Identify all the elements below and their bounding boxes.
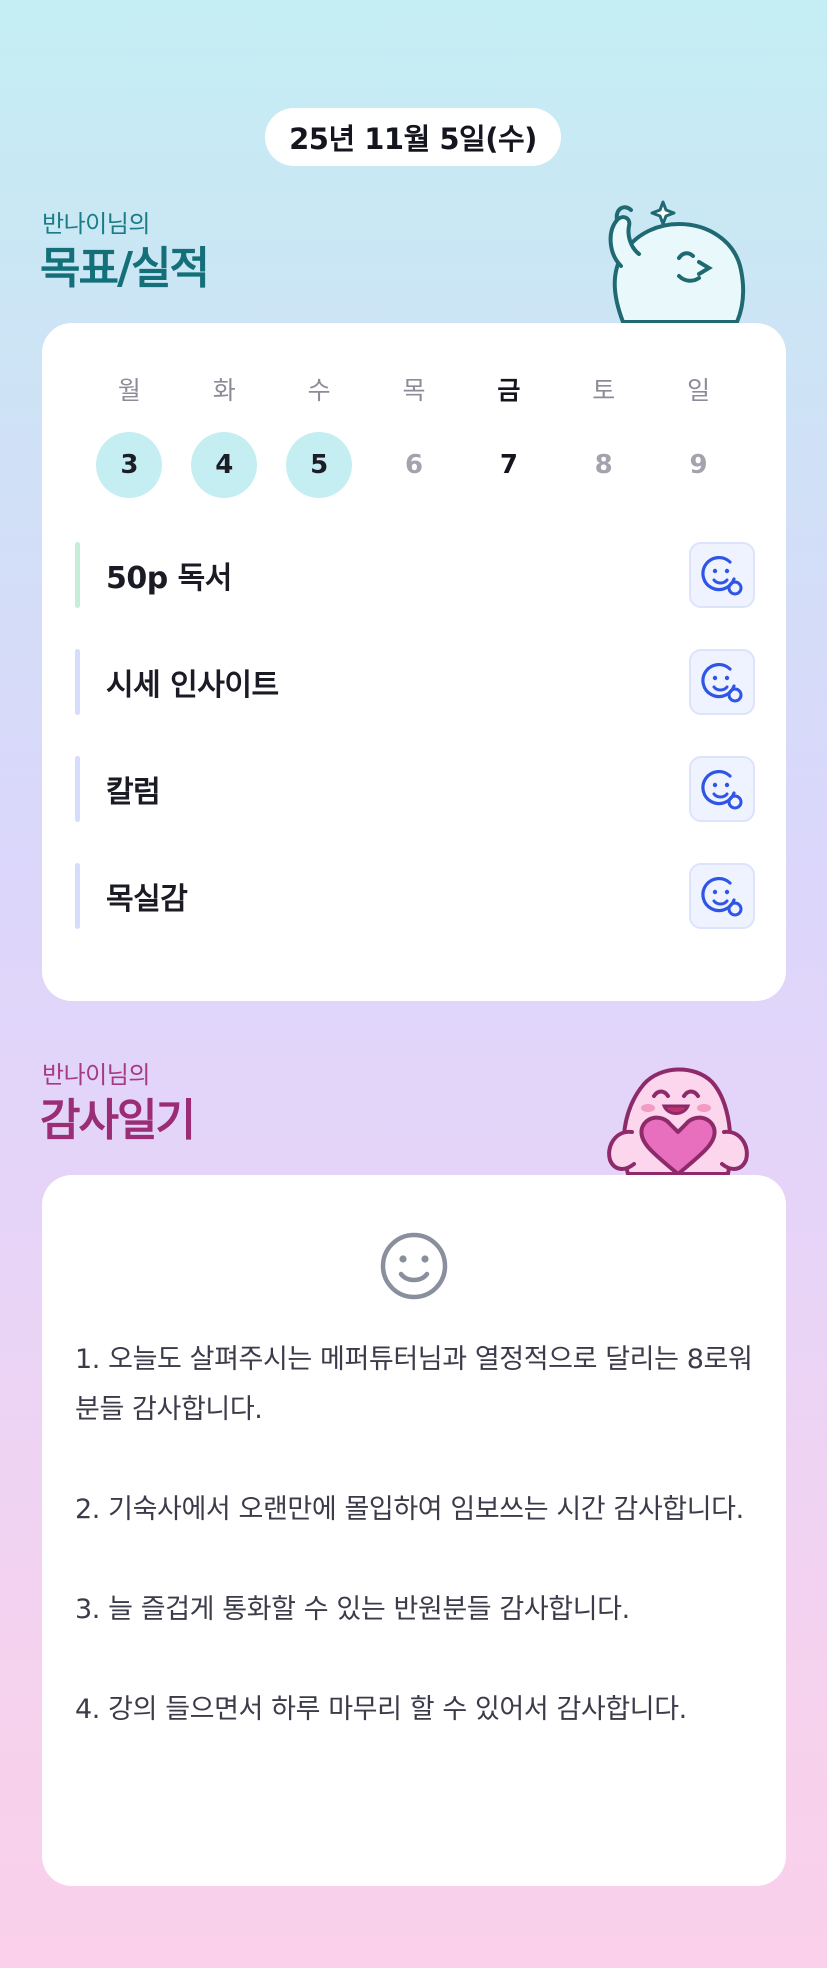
goal-indicator-bar [75, 756, 80, 822]
thanks-title: 감사일기 [40, 1095, 196, 1146]
date-3[interactable]: 3 [96, 432, 163, 498]
date-row: 3 4 5 6 7 8 9 [42, 432, 786, 498]
add-reaction-button[interactable] [689, 756, 755, 822]
goal-item-column: 칼럼 [75, 755, 755, 823]
weekday-wed: 수 [307, 376, 331, 405]
weekday-fri: 금 [497, 376, 521, 405]
thanks-entries: 1. 오늘도 살펴주시는 메퍼튜터님과 열정적으로 달리는 8로워분들 감사합니… [75, 1335, 756, 1785]
goal-label: 시세 인사이트 [106, 668, 279, 703]
goal-item-insight: 시세 인사이트 [75, 648, 755, 716]
goal-item-reading: 50p 독서 [75, 541, 755, 609]
date-5[interactable]: 5 [286, 432, 353, 498]
goal-label: 목실감 [106, 882, 188, 917]
pink-mascot-heart-icon [607, 1067, 749, 1176]
thanks-entry: 4. 강의 들으면서 하루 마무리 할 수 있어서 감사합니다. [75, 1694, 687, 1725]
smile-add-icon [701, 876, 743, 917]
weekday-row: 월 화 수 목 금 토 일 [42, 369, 786, 409]
add-reaction-button[interactable] [689, 649, 755, 715]
thanks-entry: 3. 늘 즐겁게 통화할 수 있는 반원분들 감사합니다. [75, 1594, 630, 1625]
date-6[interactable]: 6 [381, 432, 447, 498]
date-8[interactable]: 8 [571, 432, 637, 498]
smile-add-icon [701, 769, 743, 810]
weekday-sat: 토 [592, 376, 616, 405]
goal-indicator-bar [75, 542, 80, 608]
thanks-entry: 1. 오늘도 살펴주시는 메퍼튜터님과 열정적으로 달리는 8로워분들 감사합니… [75, 1344, 753, 1425]
thanks-card: 1. 오늘도 살펴주시는 메퍼튜터님과 열정적으로 달리는 8로워분들 감사합니… [42, 1175, 786, 1886]
weekday-thu: 목 [402, 376, 426, 405]
add-reaction-button[interactable] [689, 863, 755, 929]
goal-label: 50p 독서 [106, 561, 232, 596]
weekday-tue: 화 [212, 376, 236, 405]
goal-label: 칼럼 [106, 775, 161, 810]
weekday-mon: 월 [117, 376, 141, 405]
weekday-sun: 일 [687, 376, 711, 405]
goals-title: 목표/실적 [40, 243, 210, 294]
smile-icon[interactable] [379, 1231, 449, 1301]
goals-card: 월 화 수 목 금 토 일 3 4 5 6 7 8 9 50p 독서 시세 인사… [42, 323, 786, 1001]
white-mascot-icon [608, 200, 746, 324]
date-7[interactable]: 7 [476, 432, 542, 498]
add-reaction-button[interactable] [689, 542, 755, 608]
date-9[interactable]: 9 [666, 432, 732, 498]
goal-item-gratitude: 목실감 [75, 862, 755, 930]
goal-indicator-bar [75, 863, 80, 929]
thanks-entry: 2. 기숙사에서 오랜만에 몰입하여 임보쓰는 시간 감사합니다. [75, 1494, 744, 1525]
date-pill[interactable]: 25년 11월 5일(수) [265, 108, 561, 166]
smile-add-icon [701, 662, 743, 703]
goal-indicator-bar [75, 649, 80, 715]
smile-add-icon [701, 555, 743, 596]
date-4[interactable]: 4 [191, 432, 258, 498]
